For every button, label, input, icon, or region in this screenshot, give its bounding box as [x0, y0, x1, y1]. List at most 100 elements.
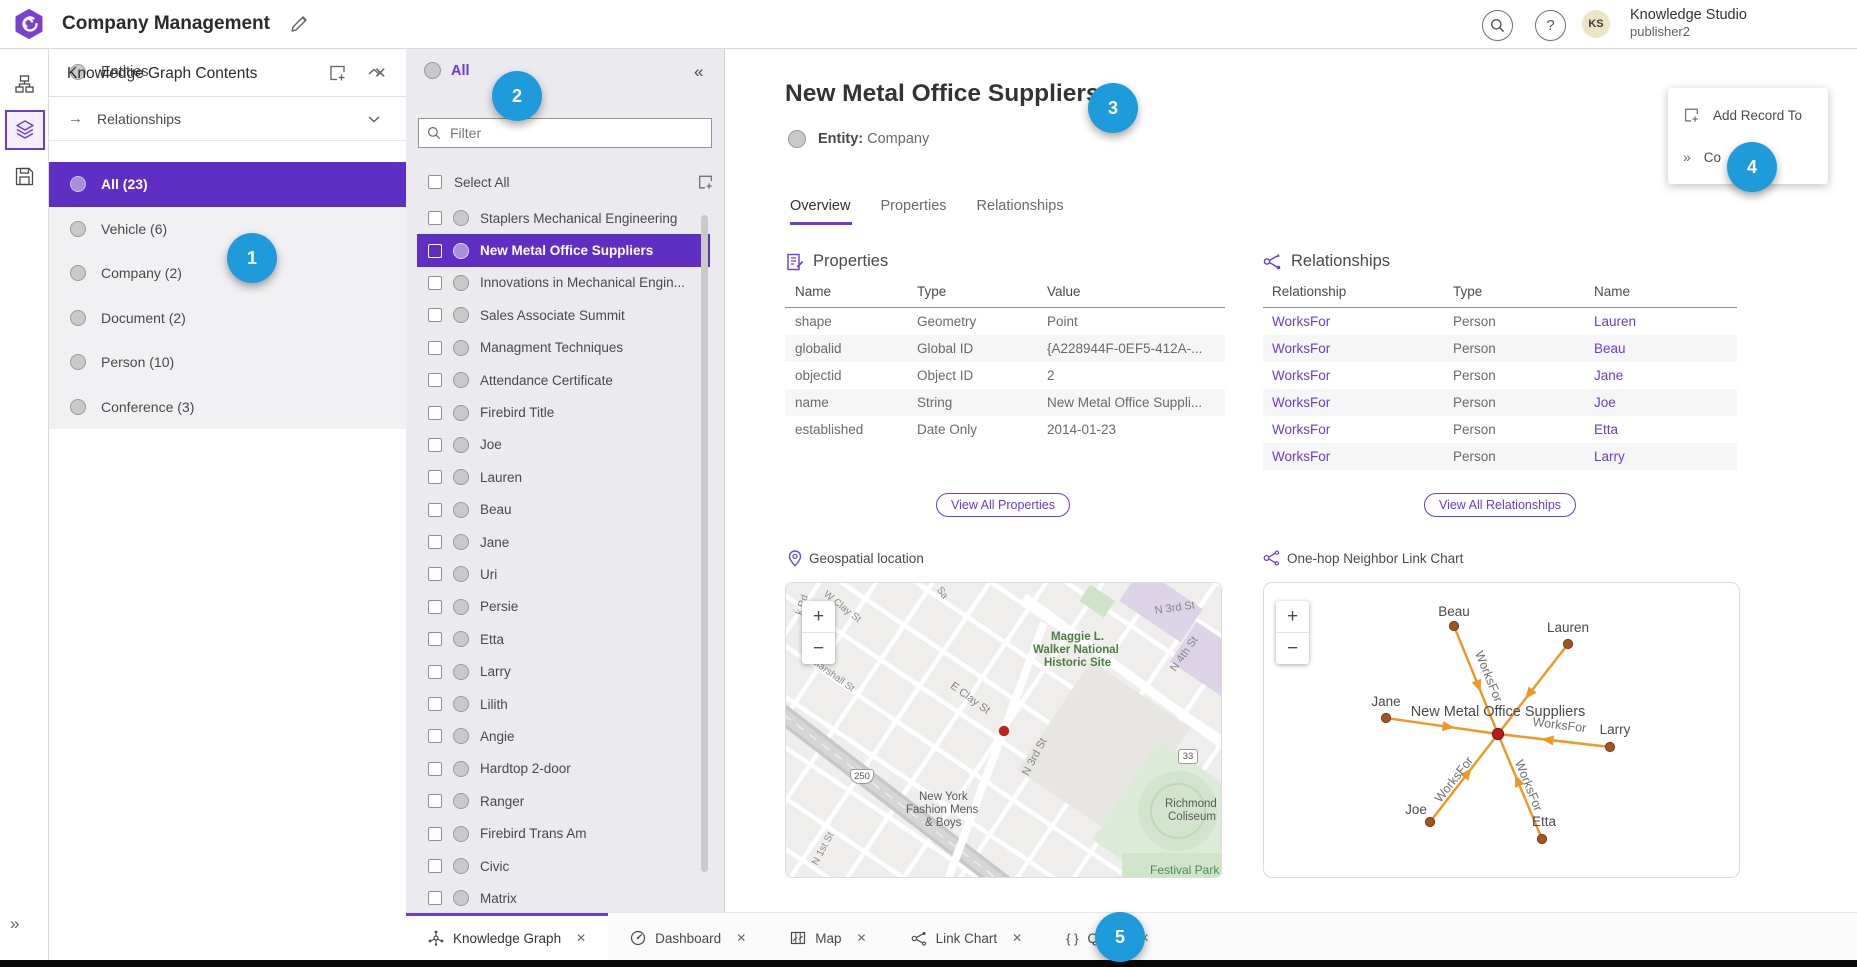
row-checkbox[interactable]: [428, 567, 442, 581]
filter-input[interactable]: [448, 124, 703, 142]
tab-map[interactable]: Map ✕: [768, 913, 888, 960]
entity-record-row[interactable]: Lauren: [406, 461, 710, 493]
entity-record-row[interactable]: Persie: [406, 591, 710, 623]
row-checkbox[interactable]: [428, 891, 442, 905]
relationship-link[interactable]: WorksFor: [1263, 368, 1453, 383]
save-tool[interactable]: [8, 160, 40, 192]
entity-record-row[interactable]: Larry: [406, 655, 710, 687]
entity-record-row[interactable]: Angie: [406, 720, 710, 752]
row-checkbox[interactable]: [428, 341, 442, 355]
entity-type-row[interactable]: All (23): [48, 162, 406, 207]
user-avatar[interactable]: KS: [1582, 10, 1610, 38]
entity-record-row[interactable]: Firebird Trans Am: [406, 817, 710, 849]
edit-title-icon[interactable]: [288, 13, 310, 35]
relationship-link[interactable]: WorksFor: [1263, 449, 1453, 464]
tab-relationships[interactable]: Relationships: [977, 198, 1064, 214]
chevron-down-icon[interactable]: [368, 115, 380, 123]
entity-record-row[interactable]: Firebird Title: [406, 396, 710, 428]
entity-record-row[interactable]: Etta: [406, 623, 710, 655]
link-chart-card[interactable]: WorksForWorksForWorksForWorksForBeauLaur…: [1263, 582, 1740, 878]
entity-record-row[interactable]: Attendance Certificate: [406, 364, 710, 396]
collapse-panel-button[interactable]: «: [694, 62, 703, 82]
entity-record-row[interactable]: Lilith: [406, 688, 710, 720]
entity-record-row[interactable]: Matrix: [406, 882, 710, 912]
entity-type-row[interactable]: Conference (3): [48, 385, 406, 430]
list-scrollbar[interactable]: [701, 215, 708, 872]
zoom-out-button[interactable]: −: [1276, 632, 1309, 664]
row-checkbox[interactable]: [428, 859, 442, 873]
row-checkbox[interactable]: [428, 373, 442, 387]
row-checkbox[interactable]: [428, 438, 442, 452]
close-tab-icon[interactable]: ✕: [1012, 931, 1022, 945]
zoom-in-button[interactable]: +: [1276, 601, 1309, 632]
relationship-name-link[interactable]: Lauren: [1594, 314, 1737, 329]
entity-record-row[interactable]: Staplers Mechanical Engineering: [406, 202, 710, 234]
entity-record-row[interactable]: Innovations in Mechanical Engin...: [406, 267, 710, 299]
relationship-name-link[interactable]: Joe: [1594, 395, 1737, 410]
select-all-checkbox[interactable]: [428, 175, 442, 189]
tab-dashboard[interactable]: Dashboard ✕: [608, 913, 768, 960]
tab-properties[interactable]: Properties: [880, 198, 946, 214]
row-checkbox[interactable]: [428, 762, 442, 776]
menu-add-record-to[interactable]: Add Record To: [1668, 94, 1828, 136]
entity-record-row[interactable]: Sales Associate Summit: [406, 299, 710, 331]
row-checkbox[interactable]: [428, 600, 442, 614]
row-checkbox[interactable]: [428, 244, 442, 258]
entity-record-row[interactable]: Ranger: [406, 785, 710, 817]
expand-rail-button[interactable]: »: [10, 914, 17, 934]
row-checkbox[interactable]: [428, 794, 442, 808]
app-logo-icon[interactable]: [14, 9, 44, 39]
entity-record-row[interactable]: Beau: [406, 494, 710, 526]
entity-record-row[interactable]: Uri: [406, 558, 710, 590]
add-to-new-panel-button[interactable]: [328, 64, 348, 84]
tab-link-chart[interactable]: Link Chart ✕: [889, 913, 1045, 960]
relationships-section-header[interactable]: → Relationships: [48, 96, 406, 141]
row-checkbox[interactable]: [428, 535, 442, 549]
close-tab-icon[interactable]: ✕: [857, 931, 867, 945]
entity-record-row[interactable]: Jane: [406, 526, 710, 558]
row-checkbox[interactable]: [428, 632, 442, 646]
relationship-link[interactable]: WorksFor: [1263, 422, 1453, 437]
entity-record-row[interactable]: Joe: [406, 429, 710, 461]
map-card[interactable]: k RdW Clay StSaN 3rd StN 4th StMaggie L.…: [785, 582, 1222, 878]
contents-tool-selected[interactable]: [5, 110, 45, 150]
entity-record-row[interactable]: Managment Techniques: [406, 332, 710, 364]
tab-overview[interactable]: Overview: [790, 198, 850, 214]
link-chart-canvas[interactable]: WorksForWorksForWorksForWorksForBeauLaur…: [1264, 583, 1740, 878]
add-to-new-list-button[interactable]: [697, 174, 714, 191]
search-button[interactable]: [1482, 10, 1513, 41]
entity-record-row[interactable]: Civic: [406, 850, 710, 882]
view-all-relationships-button[interactable]: View All Relationships: [1424, 493, 1576, 517]
close-tab-icon[interactable]: ✕: [576, 931, 586, 945]
row-checkbox[interactable]: [428, 697, 442, 711]
row-checkbox[interactable]: [428, 729, 442, 743]
row-checkbox[interactable]: [428, 827, 442, 841]
tab-knowledge-graph[interactable]: Knowledge Graph ✕: [406, 913, 608, 960]
zoom-in-button[interactable]: +: [802, 601, 835, 632]
relationship-link[interactable]: WorksFor: [1263, 341, 1453, 356]
entity-type-row[interactable]: Document (2): [48, 296, 406, 341]
account-info[interactable]: Knowledge Studio publisher2: [1630, 7, 1747, 40]
row-checkbox[interactable]: [428, 470, 442, 484]
row-checkbox[interactable]: [428, 211, 442, 225]
select-all-row[interactable]: Select All: [406, 168, 724, 196]
close-tab-icon[interactable]: ✕: [736, 931, 746, 945]
entity-record-row[interactable]: Hardtop 2-door: [406, 753, 710, 785]
entity-type-row[interactable]: Person (10): [48, 340, 406, 385]
relationship-name-link[interactable]: Beau: [1594, 341, 1737, 356]
data-model-tool[interactable]: [8, 68, 40, 100]
zoom-out-button[interactable]: −: [802, 632, 835, 664]
entity-type-row[interactable]: Vehicle (6): [48, 207, 406, 252]
help-button[interactable]: ?: [1535, 10, 1566, 41]
close-panel-button[interactable]: ✕: [374, 64, 387, 82]
relationship-link[interactable]: WorksFor: [1263, 314, 1453, 329]
row-checkbox[interactable]: [428, 665, 442, 679]
row-checkbox[interactable]: [428, 503, 442, 517]
relationship-name-link[interactable]: Jane: [1594, 368, 1737, 383]
relationship-name-link[interactable]: Larry: [1594, 449, 1737, 464]
entity-record-row[interactable]: New Metal Office Suppliers: [417, 234, 710, 266]
view-all-properties-button[interactable]: View All Properties: [936, 493, 1070, 517]
row-checkbox[interactable]: [428, 276, 442, 290]
relationship-link[interactable]: WorksFor: [1263, 395, 1453, 410]
relationship-name-link[interactable]: Etta: [1594, 422, 1737, 437]
